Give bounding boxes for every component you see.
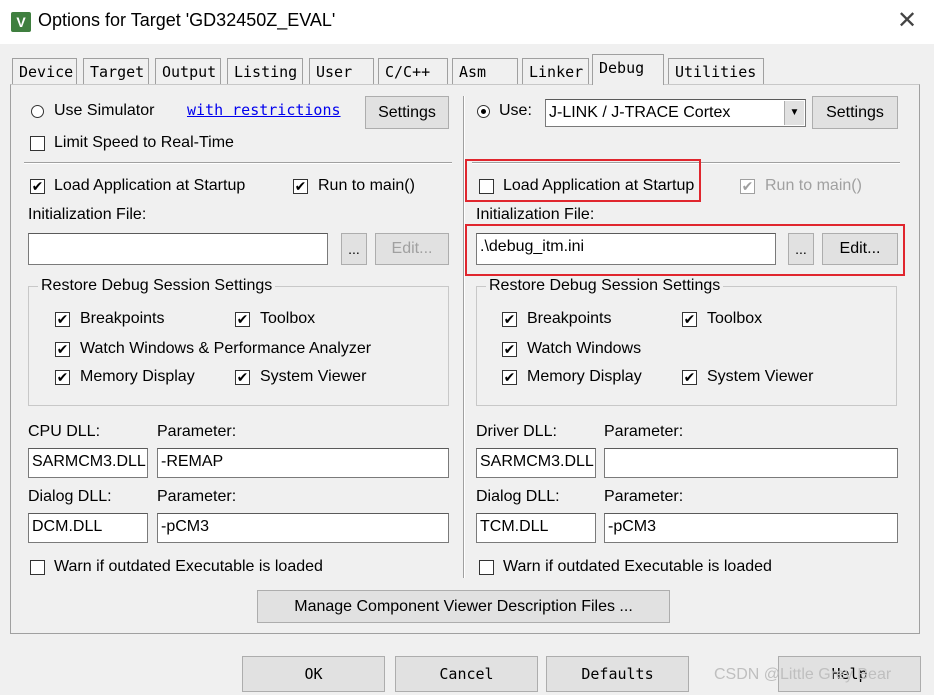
manage-component-viewer-button[interactable]: Manage Component Viewer Description File… [257, 590, 670, 623]
left-warn-checkbox[interactable] [30, 560, 45, 575]
with-restrictions-link[interactable]: with restrictions [187, 101, 341, 119]
left-watch-checkbox[interactable]: ✔ [55, 342, 70, 357]
left-dialog-param-label: Parameter: [157, 488, 237, 505]
left-init-file-input[interactable] [28, 233, 328, 265]
right-warn-checkbox[interactable] [479, 560, 494, 575]
left-dialog-dll-label: Dialog DLL: [28, 488, 112, 505]
right-toolbox-label: Toolbox [707, 310, 763, 327]
load-app-highlight-box [465, 159, 701, 202]
tab-output[interactable]: Output [155, 58, 221, 84]
simulator-settings-button[interactable]: Settings [365, 96, 449, 129]
left-init-file-label: Initialization File: [28, 206, 147, 223]
limit-speed-checkbox[interactable] [30, 136, 45, 151]
ok-button[interactable]: OK [242, 656, 385, 692]
cpu-param-label: Parameter: [157, 423, 237, 440]
right-watch-checkbox[interactable]: ✔ [502, 342, 517, 357]
right-restore-title: Restore Debug Session Settings [486, 277, 724, 295]
tab-cpp[interactable]: C/C++ [378, 58, 448, 84]
tab-debug[interactable]: Debug [592, 54, 664, 85]
left-memory-checkbox[interactable]: ✔ [55, 370, 70, 385]
use-simulator-radio[interactable] [31, 105, 44, 118]
chevron-down-icon[interactable]: ▼ [784, 101, 804, 125]
left-warn-label: Warn if outdated Executable is loaded [54, 558, 323, 575]
left-toolbox-checkbox[interactable]: ✔ [235, 312, 250, 327]
tab-device[interactable]: Device [12, 58, 77, 84]
left-edit-button[interactable]: Edit... [375, 233, 449, 265]
use-simulator-label: Use Simulator [54, 102, 155, 119]
left-separator [24, 162, 452, 164]
left-breakpoints-checkbox[interactable]: ✔ [55, 312, 70, 327]
right-toolbox-checkbox[interactable]: ✔ [682, 312, 697, 327]
limit-speed-label: Limit Speed to Real-Time [54, 134, 234, 151]
driver-param-input[interactable] [604, 448, 898, 478]
left-toolbox-label: Toolbox [260, 310, 316, 327]
cpu-param-input[interactable]: -REMAP [157, 448, 449, 478]
left-breakpoints-label: Breakpoints [80, 310, 165, 327]
debug-driver-select[interactable]: J-LINK / J-TRACE Cortex [545, 99, 806, 127]
left-run-to-main-checkbox[interactable]: ✔ [293, 179, 308, 194]
right-sysviewer-label: System Viewer [707, 368, 814, 385]
left-dialog-dll-input[interactable]: DCM.DLL [28, 513, 148, 543]
right-memory-checkbox[interactable]: ✔ [502, 370, 517, 385]
tab-listing[interactable]: Listing [227, 58, 303, 84]
right-dialog-param-label: Parameter: [604, 488, 684, 505]
cpu-dll-input[interactable]: SARMCM3.DLL [28, 448, 148, 478]
tab-linker[interactable]: Linker [522, 58, 589, 84]
watermark: CSDN @Little Grey Bear [714, 666, 892, 683]
right-init-file-label: Initialization File: [476, 206, 595, 223]
tab-asm[interactable]: Asm [452, 58, 518, 84]
window-title: Options for Target 'GD32450Z_EVAL' [38, 10, 336, 30]
cancel-button[interactable]: Cancel [395, 656, 538, 692]
init-file-highlight-box [465, 224, 905, 276]
right-memory-label: Memory Display [527, 368, 642, 385]
right-dialog-param-input[interactable]: -pCM3 [604, 513, 898, 543]
right-run-to-main-label: Run to main() [765, 177, 862, 194]
right-watch-label: Watch Windows [527, 340, 642, 357]
left-restore-title: Restore Debug Session Settings [38, 277, 276, 295]
right-breakpoints-label: Breakpoints [527, 310, 612, 327]
right-dialog-dll-input[interactable]: TCM.DLL [476, 513, 596, 543]
right-sysviewer-checkbox[interactable]: ✔ [682, 370, 697, 385]
driver-dll-input[interactable]: SARMCM3.DLL [476, 448, 596, 478]
use-driver-label: Use: [499, 102, 532, 119]
left-load-app-checkbox[interactable]: ✔ [30, 179, 45, 194]
right-dialog-dll-label: Dialog DLL: [476, 488, 560, 505]
driver-settings-button[interactable]: Settings [812, 96, 898, 129]
defaults-button[interactable]: Defaults [546, 656, 689, 692]
left-browse-button[interactable]: ... [341, 233, 367, 265]
tab-utilities[interactable]: Utilities [668, 58, 764, 84]
left-watch-label: Watch Windows & Performance Analyzer [80, 340, 372, 357]
keil-uvision-icon: V [11, 12, 31, 32]
left-sysviewer-label: System Viewer [260, 368, 367, 385]
left-memory-label: Memory Display [80, 368, 195, 385]
close-icon[interactable]: ✕ [894, 8, 920, 34]
right-warn-label: Warn if outdated Executable is loaded [503, 558, 772, 575]
tab-target[interactable]: Target [83, 58, 149, 84]
driver-dll-label: Driver DLL: [476, 423, 557, 440]
right-breakpoints-checkbox[interactable]: ✔ [502, 312, 517, 327]
debug-driver-value: J-LINK / J-TRACE Cortex [549, 104, 731, 121]
left-dialog-param-input[interactable]: -pCM3 [157, 513, 449, 543]
left-sysviewer-checkbox[interactable]: ✔ [235, 370, 250, 385]
use-driver-radio[interactable] [477, 105, 490, 118]
cpu-dll-label: CPU DLL: [28, 423, 101, 440]
left-load-app-label: Load Application at Startup [54, 177, 246, 194]
left-run-to-main-label: Run to main() [318, 177, 415, 194]
right-run-to-main-checkbox[interactable]: ✔ [740, 179, 755, 194]
driver-param-label: Parameter: [604, 423, 684, 440]
tab-user[interactable]: User [309, 58, 374, 84]
